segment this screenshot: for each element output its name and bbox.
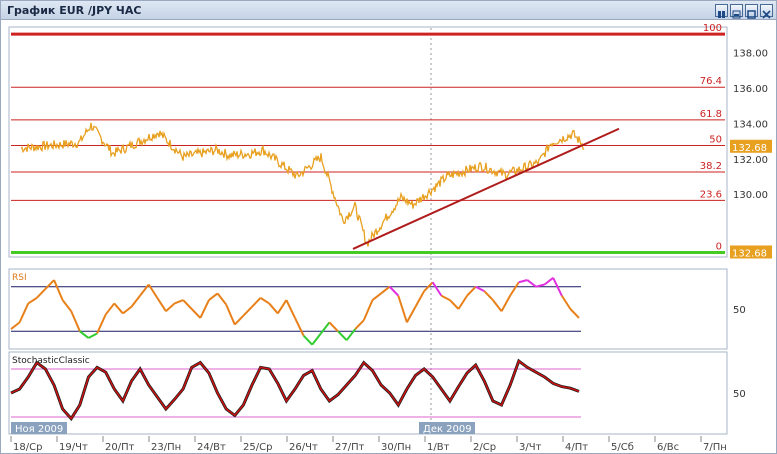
time-axis-tick: 1/Вт — [427, 442, 450, 453]
stochastic-label: StochasticClassic — [12, 356, 90, 366]
time-axis-tick: 18/Ср — [13, 442, 42, 453]
time-axis-tick: 5/Сб — [611, 442, 634, 453]
price-axis-tick: 132.00 — [733, 155, 768, 166]
rsi-axis-tick: 50 — [733, 305, 746, 316]
time-axis-tick: 23/Пн — [151, 442, 181, 453]
time-axis-tick: 24/Вт — [197, 442, 226, 453]
time-axis-tick: 4/Пт — [565, 442, 588, 453]
month-label: Ноя 2009 — [15, 424, 63, 435]
fib-level-label: 76.4 — [700, 76, 722, 87]
month-label: Дек 2009 — [423, 424, 472, 435]
price-axis-tick: 130.00 — [733, 190, 768, 201]
rsi-label: RSI — [12, 273, 27, 283]
fib-level-label: 61.8 — [700, 109, 722, 120]
fib-level-label: 0 — [716, 241, 722, 252]
time-axis-tick: 6/Вс — [657, 442, 679, 453]
chart-canvas[interactable]: 138.00 136.00 134.00 132.00 130.00 100 76.4 61… — [1, 1, 777, 454]
fib-level-label: 50 — [709, 135, 722, 146]
price-axis-tick: 134.00 — [733, 119, 768, 130]
time-axis-tick: 7/Пн — [703, 442, 727, 453]
time-axis-tick: 19/Чт — [59, 442, 88, 453]
time-axis-tick: 26/Чт — [289, 442, 318, 453]
fib-level-label: 23.6 — [700, 189, 722, 200]
fib-level-label: 38.2 — [700, 161, 722, 172]
price-axis: 138.00 136.00 134.00 132.00 130.00 — [733, 49, 768, 201]
time-axis-tick: 25/Ср — [243, 442, 272, 453]
time-axis-tick: 3/Чт — [519, 442, 542, 453]
price-axis-tick: 138.00 — [733, 49, 768, 60]
time-axis-tick: 2/Ср — [473, 442, 496, 453]
price-badge: 132.68 — [732, 143, 767, 154]
price-badge: 132.68 — [732, 248, 767, 259]
price-axis-tick: 136.00 — [733, 84, 768, 95]
chart-window: График EUR /JPY ЧАС 138.00 136.00 134.00… — [0, 0, 777, 454]
price-panel[interactable] — [8, 26, 728, 258]
fib-level-label: 100 — [703, 23, 722, 34]
time-axis-tick: 27/Пт — [335, 442, 365, 453]
stochastic-axis-tick: 50 — [733, 389, 746, 400]
time-axis-tick: 20/Пт — [105, 442, 135, 453]
time-axis-tick: 30/Пн — [381, 442, 411, 453]
